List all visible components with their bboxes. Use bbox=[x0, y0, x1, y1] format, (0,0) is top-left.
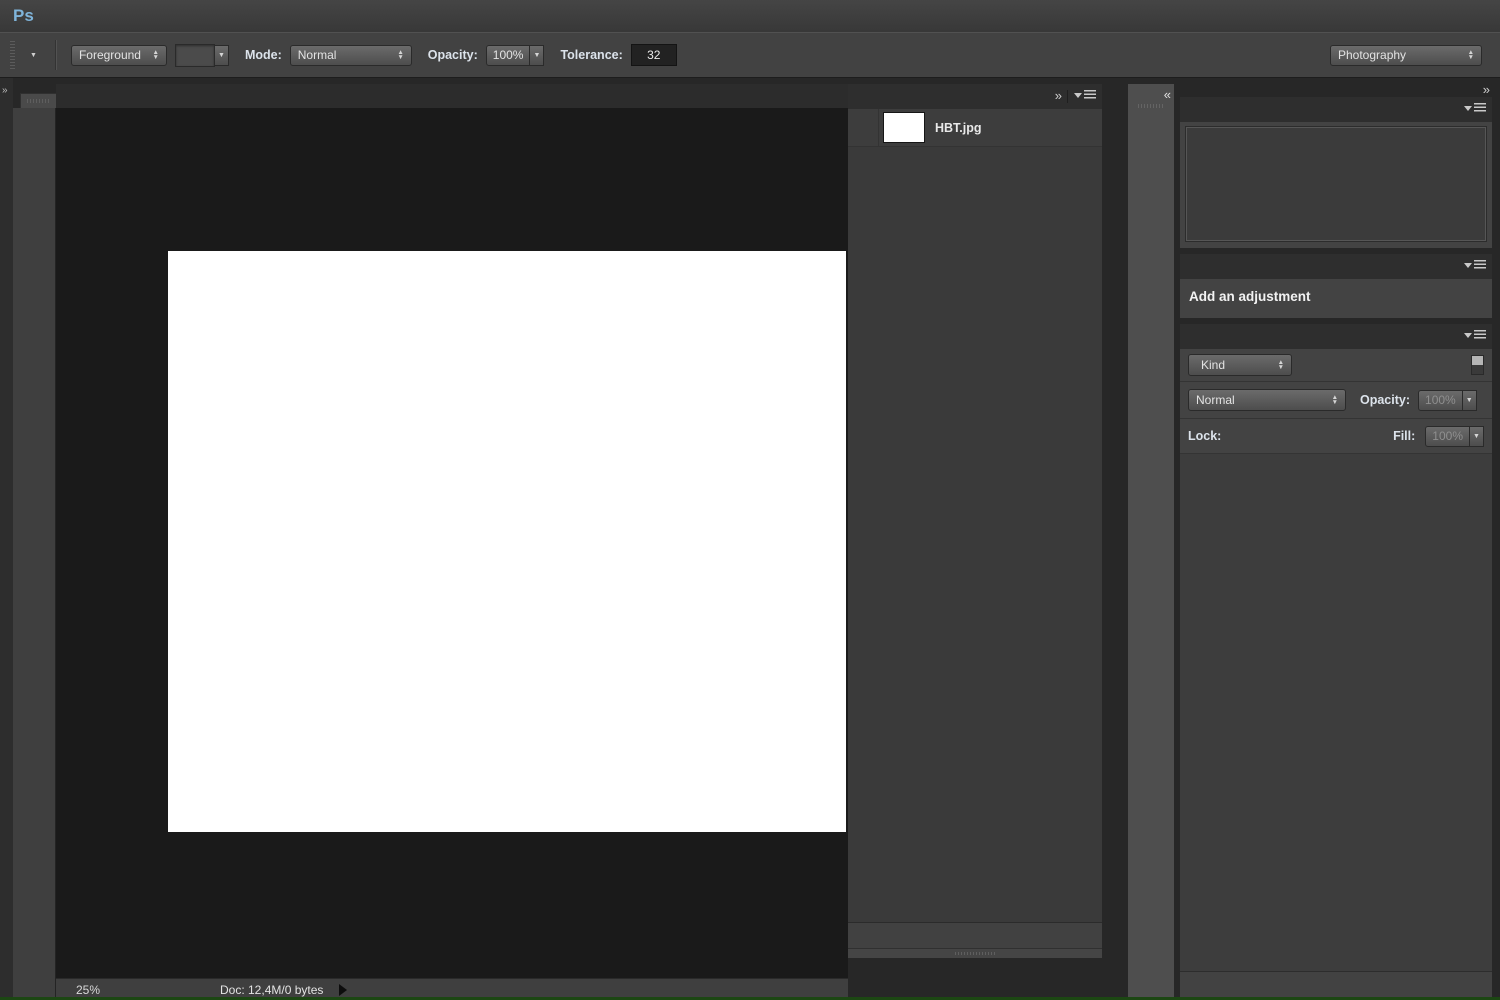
tool-preset-picker[interactable]: ▼ bbox=[23, 50, 41, 61]
history-panel-tabs: » bbox=[848, 84, 1102, 109]
toolbar-grip[interactable] bbox=[20, 93, 58, 109]
photoshop-window: Ps ▼ Foreground ▲▼ ▼ Mode: Normal ▲▼ Opa… bbox=[0, 0, 1500, 1000]
fill-label: Fill: bbox=[1393, 429, 1415, 443]
history-snapshot-row[interactable]: HBT.jpg bbox=[848, 109, 1102, 147]
collapse-panel-icon[interactable]: » bbox=[1055, 88, 1060, 103]
spinner-arrows-icon: ▲▼ bbox=[389, 50, 403, 60]
chevron-down-icon: ▼ bbox=[30, 52, 37, 59]
workspace-select[interactable]: Photography ▲▼ bbox=[1330, 45, 1482, 66]
panel-menu-icon[interactable] bbox=[1464, 103, 1486, 113]
lock-label: Lock: bbox=[1188, 429, 1221, 443]
layers-opacity-combo[interactable]: 100% ▼ bbox=[1418, 390, 1477, 411]
chevron-down-icon: ▼ bbox=[529, 45, 544, 66]
histogram-viewport bbox=[1186, 127, 1486, 241]
layers-panel-tabs bbox=[1180, 324, 1492, 349]
right-panel-column: » Add an adjustment bbox=[1180, 84, 1492, 1000]
collapse-panel-icon[interactable]: » bbox=[2, 85, 6, 96]
history-panel-footer bbox=[848, 922, 1102, 948]
spinner-arrows-icon: ▲▼ bbox=[1460, 50, 1474, 60]
pattern-picker-arrow[interactable]: ▼ bbox=[214, 45, 229, 66]
history-panel-body bbox=[848, 147, 1102, 922]
spinner-arrows-icon: ▲▼ bbox=[145, 50, 159, 60]
fill-combo[interactable]: 100% ▼ bbox=[1425, 426, 1484, 447]
snapshot-thumbnail bbox=[883, 112, 925, 143]
tool-bar bbox=[13, 108, 56, 1000]
fill-value: 100% bbox=[1425, 426, 1470, 447]
layer-filter-value: Kind bbox=[1201, 358, 1225, 372]
adjustments-panel: Add an adjustment bbox=[1180, 254, 1492, 318]
opacity-label: Opacity: bbox=[428, 48, 478, 62]
panel-menu-icon[interactable] bbox=[1074, 90, 1096, 100]
history-brush-source-icon[interactable] bbox=[848, 109, 879, 146]
spinner-arrows-icon: ▲▼ bbox=[1324, 395, 1338, 405]
layers-opacity-value: 100% bbox=[1418, 390, 1463, 411]
status-options-arrow[interactable] bbox=[339, 984, 347, 996]
mode-select[interactable]: Normal ▲▼ bbox=[290, 45, 412, 66]
divider bbox=[55, 40, 57, 70]
doc-size-info: Doc: 12,4M/0 bytes bbox=[220, 983, 323, 997]
tolerance-label: Tolerance: bbox=[560, 48, 622, 62]
photoshop-logo: Ps bbox=[0, 6, 50, 26]
layers-panel: Kind ▲▼ Normal ▲▼ Opacity: 100% ▼ Lock: bbox=[1180, 324, 1492, 1000]
canvas-area[interactable] bbox=[56, 108, 848, 978]
dock-grip[interactable] bbox=[1138, 104, 1164, 108]
collapse-panel-icon[interactable]: » bbox=[1483, 82, 1488, 97]
panel-icon-dock: « bbox=[1128, 84, 1174, 1000]
layers-panel-footer bbox=[1180, 971, 1492, 1000]
blend-mode-select[interactable]: Normal ▲▼ bbox=[1188, 389, 1346, 411]
chevron-down-icon: ▼ bbox=[1462, 390, 1477, 411]
panel-column-header: » bbox=[1180, 84, 1492, 97]
fill-source-select[interactable]: Foreground ▲▼ bbox=[71, 45, 167, 66]
panel-resize-grip[interactable] bbox=[848, 948, 1102, 958]
layers-opacity-label: Opacity: bbox=[1360, 393, 1410, 407]
options-bar-grip[interactable] bbox=[10, 41, 15, 69]
fill-source-value: Foreground bbox=[79, 48, 141, 62]
panel-menu-icon[interactable] bbox=[1464, 260, 1486, 270]
pattern-swatch[interactable] bbox=[175, 44, 215, 67]
opacity-value: 100% bbox=[486, 45, 531, 66]
chevron-down-icon: ▼ bbox=[1469, 426, 1484, 447]
adjustments-panel-tabs bbox=[1180, 254, 1492, 279]
histogram-panel-tabs bbox=[1180, 97, 1492, 122]
blend-mode-value: Normal bbox=[1196, 393, 1235, 407]
history-panel: » HBT.jpg bbox=[848, 84, 1102, 958]
title-bar: Ps bbox=[0, 0, 1500, 33]
mode-label: Mode: bbox=[245, 48, 282, 62]
toolbar-edge-strip: » bbox=[0, 78, 13, 1000]
panel-menu-icon[interactable] bbox=[1464, 330, 1486, 340]
opacity-combo[interactable]: 100% ▼ bbox=[486, 45, 545, 66]
add-adjustment-heading: Add an adjustment bbox=[1180, 283, 1492, 308]
layer-list bbox=[1180, 454, 1492, 971]
layer-filter-select[interactable]: Kind ▲▼ bbox=[1188, 354, 1292, 376]
zoom-level-field[interactable]: 25% bbox=[76, 983, 126, 997]
histogram-panel bbox=[1180, 97, 1492, 248]
mode-value: Normal bbox=[298, 48, 337, 62]
options-bar: ▼ Foreground ▲▼ ▼ Mode: Normal ▲▼ Opacit… bbox=[0, 32, 1500, 78]
spinner-arrows-icon: ▲▼ bbox=[1278, 360, 1284, 370]
workspace-value: Photography bbox=[1338, 48, 1406, 62]
divider bbox=[1067, 90, 1068, 103]
document-page[interactable] bbox=[168, 251, 846, 832]
snapshot-name: HBT.jpg bbox=[935, 121, 982, 135]
layer-filter-toggle[interactable] bbox=[1471, 355, 1484, 375]
expand-panel-icon[interactable]: « bbox=[1164, 87, 1169, 102]
tolerance-input[interactable]: 32 bbox=[631, 44, 677, 66]
document-tab-bar bbox=[56, 84, 848, 108]
